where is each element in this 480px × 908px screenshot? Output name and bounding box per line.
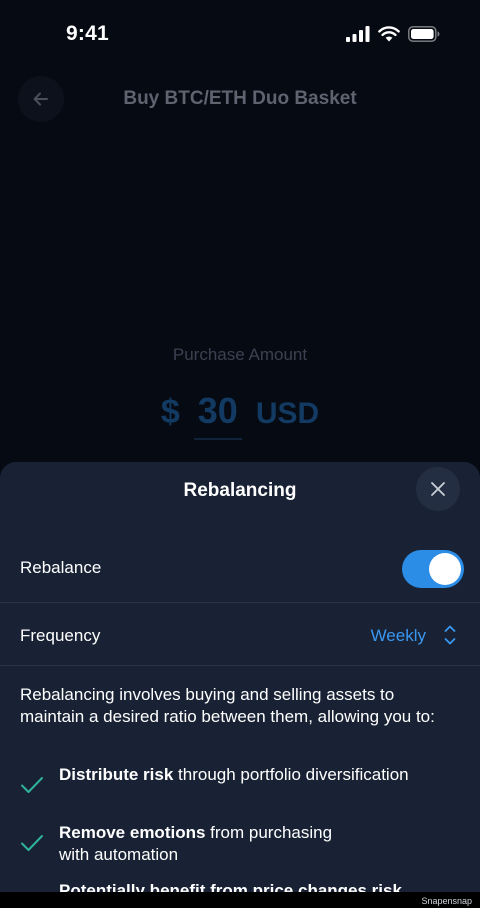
status-bar: 9:41 [0,0,480,70]
chevron-up-down-icon[interactable] [444,624,456,646]
bottom-bar: Snapensnap [0,892,480,908]
amount-value[interactable]: 30 [193,390,242,440]
benefit-text: Distribute risk through portfolio divers… [59,764,456,786]
status-icons [346,26,440,42]
currency-code: USD [255,397,320,430]
status-time: 9:41 [66,22,109,45]
page-title: Buy BTC/ETH Duo Basket [123,88,357,109]
rebalancing-sheet: Rebalancing Rebalance Frequency Weekly R… [0,462,480,908]
currency-symbol: $ [160,393,180,431]
rebalance-toggle[interactable] [402,550,464,588]
wifi-icon [378,26,400,42]
benefit-text: Remove emotions from purchasing with aut… [59,822,356,866]
close-icon [431,482,445,496]
check-icon [21,835,43,851]
watermark: Snapensnap [421,896,472,906]
frequency-select[interactable]: Weekly [371,626,426,646]
check-icon [21,777,43,793]
sheet-title: Rebalancing [183,480,297,501]
rebalance-label: Rebalance [20,558,102,577]
rebalancing-description: Rebalancing involves buying and selling … [20,685,435,726]
purchase-amount-label: Purchase Amount [172,345,308,364]
benefit-bold: Remove emotions [59,823,206,842]
benefit-rest: through portfolio diversification [173,765,409,784]
close-button[interactable] [416,467,460,511]
frequency-label: Frequency [20,626,101,645]
divider [0,665,480,666]
purchase-amount-display[interactable]: $ 30 USD [0,390,480,440]
battery-icon [408,26,440,42]
toggle-knob [429,553,461,585]
divider [0,602,480,603]
cellular-signal-icon [346,26,370,42]
benefit-bold: Distribute risk [59,765,174,784]
